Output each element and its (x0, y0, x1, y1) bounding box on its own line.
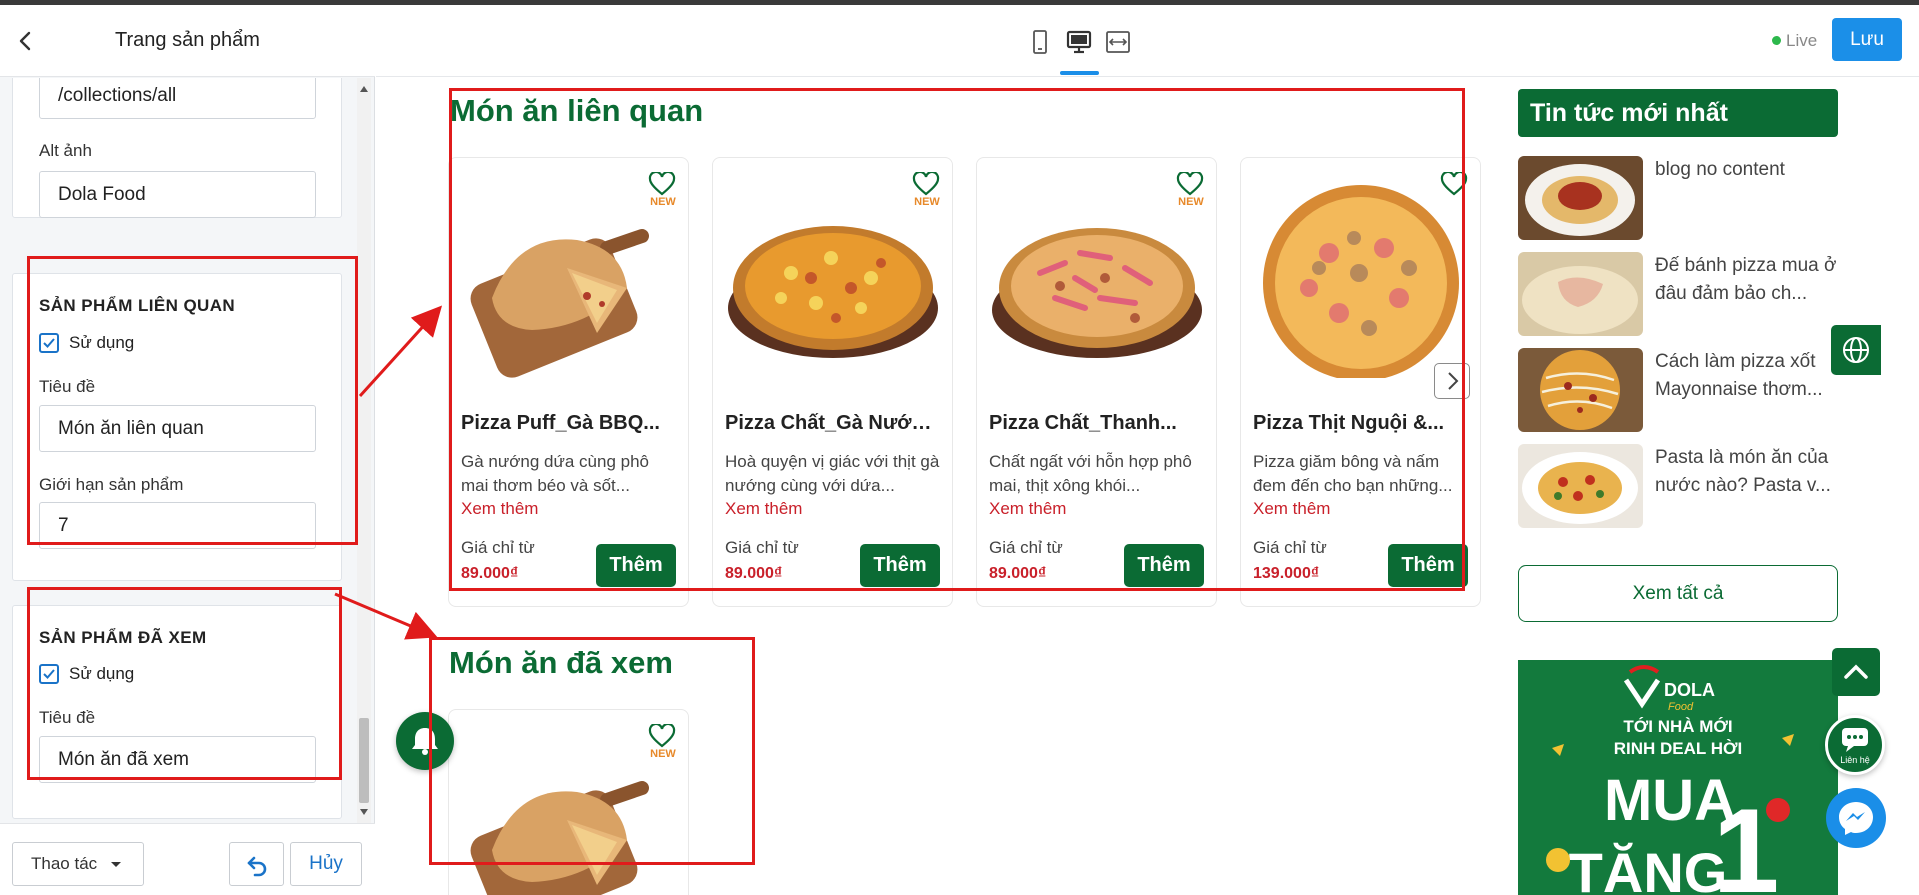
news-thumbnail-pasta (1518, 444, 1643, 528)
promo-banner[interactable]: DOLA Food TỚI NHÀ MỚI RINH DEAL HỜI MUA … (1518, 660, 1838, 895)
actions-label: Thao tác (31, 854, 98, 873)
annotation-box-related-preview (449, 88, 1465, 591)
messenger-button[interactable] (1826, 788, 1886, 848)
news-item[interactable]: Pasta là món ăn của nước nào? Pasta v... (1518, 444, 1858, 528)
live-label[interactable]: Live (1786, 31, 1817, 51)
news-item[interactable]: blog no content (1518, 156, 1858, 240)
alt-label: Alt ảnh (39, 141, 92, 160)
banner-line-1: TỚI NHÀ MỚI (1623, 717, 1732, 736)
panel-footer: Thao tác Hủy (0, 823, 375, 895)
globe-icon (1843, 337, 1869, 363)
desktop-icon (1066, 30, 1092, 54)
banner-brand-sub: Food (1668, 701, 1694, 713)
news-item[interactable]: Đế bánh pizza mua ở đâu đảm bảo ch... (1518, 252, 1858, 336)
news-title[interactable]: blog no content (1655, 156, 1855, 184)
actions-dropdown[interactable]: Thao tác (12, 842, 144, 886)
contact-button[interactable]: Liên hệ (1825, 715, 1885, 775)
fullwidth-icon (1106, 31, 1130, 53)
annotation-box-viewed-preview (429, 637, 755, 865)
device-toolbar: Live Lưu (376, 5, 1919, 77)
back-to-top-button[interactable] (1832, 648, 1880, 696)
annotation-box-viewed-settings (27, 587, 342, 780)
undo-icon (247, 856, 267, 877)
chat-icon: Liên hệ (1840, 728, 1870, 765)
messenger-icon (1839, 802, 1873, 835)
banner-brand: DOLA (1664, 680, 1715, 700)
active-device-indicator (1060, 71, 1099, 75)
image-settings-card: /collections/all Alt ảnh Dola Food (12, 78, 342, 218)
chevron-up-icon (1844, 664, 1868, 679)
mobile-icon (1033, 30, 1047, 54)
desktop-view-button[interactable] (1065, 29, 1093, 55)
promo-banner-art: DOLA Food TỚI NHÀ MỚI RINH DEAL HỜI MUA … (1546, 665, 1794, 895)
news-thumbnail-mayo-pizza (1518, 348, 1643, 432)
see-all-news-button[interactable]: Xem tất cả (1518, 565, 1838, 622)
save-button[interactable]: Lưu (1832, 18, 1902, 61)
banner-big-2: TẶNG (1569, 841, 1728, 895)
annotation-box-related-settings (27, 256, 358, 545)
news-heading: Tin tức mới nhất (1518, 89, 1838, 137)
live-status-dot (1772, 36, 1781, 45)
banner-line-2: RINH DEAL HỜI (1614, 739, 1742, 758)
alt-input[interactable]: Dola Food (39, 171, 316, 218)
news-title[interactable]: Đế bánh pizza mua ở đâu đảm bảo ch... (1655, 252, 1855, 308)
scroll-thumb[interactable] (359, 718, 369, 803)
panel-header: Trang sản phẩm (0, 5, 375, 77)
undo-button[interactable] (229, 842, 284, 886)
banner-big-number: 1 (1713, 784, 1780, 895)
language-button[interactable] (1831, 325, 1881, 375)
link-input[interactable]: /collections/all (39, 78, 316, 119)
mobile-view-button[interactable] (1026, 29, 1054, 55)
news-item[interactable]: Cách làm pizza xốt Mayonnaise thơm... (1518, 348, 1858, 432)
news-title[interactable]: Cách làm pizza xốt Mayonnaise thơm... (1655, 348, 1855, 404)
scroll-up-icon[interactable] (360, 86, 368, 92)
fullwidth-view-button[interactable] (1104, 29, 1132, 55)
scroll-down-icon[interactable] (360, 809, 368, 815)
news-thumbnail-dough (1518, 252, 1643, 336)
cancel-button[interactable]: Hủy (290, 842, 362, 886)
panel-title: Trang sản phẩm (115, 29, 260, 51)
news-thumbnail-spaghetti (1518, 156, 1643, 240)
caret-down-icon (111, 862, 121, 867)
news-title[interactable]: Pasta là món ăn của nước nào? Pasta v... (1655, 444, 1855, 500)
contact-label: Liên hệ (1840, 755, 1870, 765)
panel-scrollbar[interactable] (357, 78, 371, 823)
